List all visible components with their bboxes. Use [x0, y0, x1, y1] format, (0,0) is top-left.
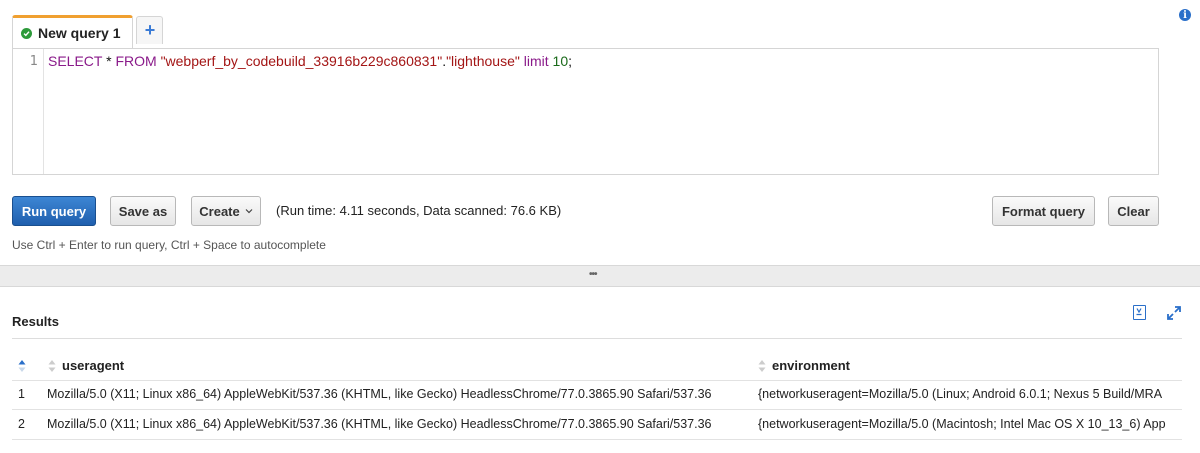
drag-handle-icon[interactable]: •••	[589, 269, 597, 280]
row-divider	[12, 409, 1182, 410]
table-cell-environment: {networkuseragent=Mozilla/5.0 (Linux; An…	[758, 387, 1163, 401]
format-query-button[interactable]: Format query	[992, 196, 1095, 226]
create-dropdown-button[interactable]: Create	[191, 196, 261, 226]
sort-icon[interactable]	[758, 359, 766, 373]
line-gutter: 1	[13, 49, 44, 174]
sort-icon[interactable]	[48, 359, 56, 373]
row-index: 1	[18, 387, 25, 401]
clear-button[interactable]: Clear	[1108, 196, 1159, 226]
query-editor[interactable]: 1 SELECT * FROM "webperf_by_codebuild_33…	[12, 48, 1159, 175]
code-star: *	[102, 53, 116, 69]
create-label: Create	[199, 203, 240, 219]
query-tabs: New query 1 +	[12, 15, 164, 48]
plus-icon: +	[144, 20, 156, 40]
header-divider	[12, 380, 1182, 381]
code-terminator: ;	[568, 53, 572, 69]
sort-asc-icon[interactable]	[18, 359, 26, 373]
row-index: 2	[18, 417, 25, 431]
line-number: 1	[29, 54, 38, 69]
tab-label: New query 1	[38, 25, 121, 41]
column-header-useragent[interactable]: useragent	[62, 358, 124, 373]
tab-new-query-1[interactable]: New query 1	[12, 15, 134, 48]
code-table: "lighthouse"	[446, 53, 520, 69]
expand-icon[interactable]	[1166, 305, 1182, 321]
save-as-button[interactable]: Save as	[110, 196, 176, 226]
code-limit-value: 10	[552, 53, 569, 69]
add-tab-button[interactable]: +	[136, 16, 164, 44]
keyword-select: SELECT	[48, 53, 103, 69]
keyboard-hint: Use Ctrl + Enter to run query, Ctrl + Sp…	[12, 238, 326, 252]
run-query-button[interactable]: Run query	[12, 196, 96, 226]
pdf-download-icon[interactable]	[1133, 305, 1146, 320]
table-cell-useragent: Mozilla/5.0 (X11; Linux x86_64) AppleWeb…	[47, 387, 712, 401]
keyword-limit: limit	[523, 53, 549, 69]
info-icon[interactable]: i	[1179, 9, 1191, 21]
query-text[interactable]: SELECT * FROM "webperf_by_codebuild_3391…	[48, 53, 572, 69]
chevron-down-icon	[245, 209, 253, 214]
code-database: "webperf_by_codebuild_33916b229c860831"	[160, 53, 443, 69]
row-divider	[12, 439, 1182, 440]
pane-splitter[interactable]: •••	[0, 265, 1200, 287]
table-cell-environment: {networkuseragent=Mozilla/5.0 (Macintosh…	[758, 417, 1166, 431]
keyword-from: FROM	[115, 53, 157, 69]
results-divider	[12, 338, 1182, 339]
column-header-environment[interactable]: environment	[772, 358, 850, 373]
table-cell-useragent: Mozilla/5.0 (X11; Linux x86_64) AppleWeb…	[47, 417, 712, 431]
results-title: Results	[12, 314, 59, 329]
check-icon	[21, 27, 32, 39]
run-status: (Run time: 4.11 seconds, Data scanned: 7…	[276, 203, 562, 218]
